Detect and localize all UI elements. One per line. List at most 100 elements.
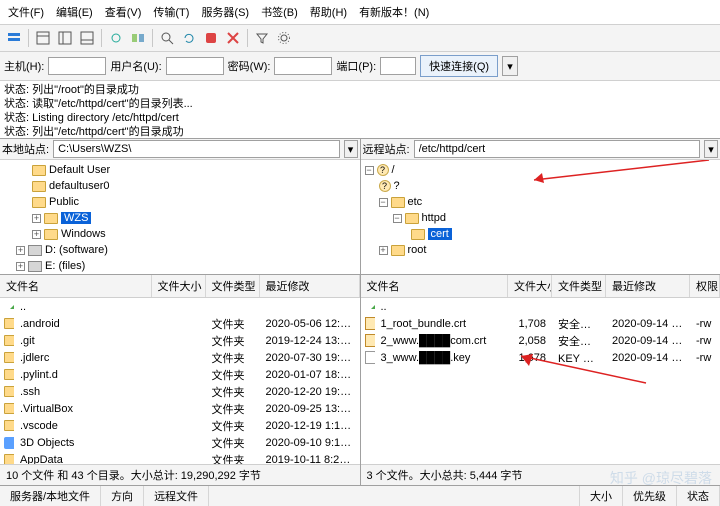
folder-icon [4,454,14,464]
tree-item[interactable]: root [408,244,427,256]
refresh-icon[interactable] [179,28,199,48]
col-name[interactable]: 文件名 [361,275,509,297]
tree-item-selected[interactable]: cert [428,228,452,240]
tree-item[interactable]: E: (files) [45,260,85,272]
list-item[interactable]: .android 文件夹 2020-05-06 12:5... [0,315,360,332]
expand-icon[interactable]: − [379,198,388,207]
log-line: 状态: 列出"/etc/httpd/cert"的目录成功 [4,125,716,139]
local-path-input[interactable] [53,140,339,158]
local-file-list[interactable]: .. .android 文件夹 2020-05-06 12:5... .git … [0,298,360,464]
message-log[interactable]: 状态: 列出"/root"的目录成功 状态: 读取"/etc/httpd/cer… [0,81,720,139]
local-tree[interactable]: Default User defaultuser0 Public + WZS + Windo… [0,160,360,275]
tree-item[interactable]: / [392,164,395,176]
folder-icon [4,318,14,329]
col-size[interactable]: 文件大小 [152,275,206,297]
footer-col[interactable]: 状态 [677,486,720,506]
remote-list-header: 文件名 文件大小 文件类型 最近修改 权限 [361,275,720,298]
expand-icon[interactable]: − [365,166,374,175]
certificate-icon [365,317,375,330]
menu-view[interactable]: 查看(V) [101,2,146,22]
col-type[interactable]: 文件类型 [552,275,606,297]
toggle-queue-icon[interactable] [77,28,97,48]
footer-col[interactable]: 远程文件 [144,486,209,506]
tree-item[interactable]: Windows [61,228,106,240]
local-site-label: 本地站点: [2,141,49,157]
col-type[interactable]: 文件类型 [206,275,260,297]
list-item[interactable]: .git 文件夹 2019-12-24 13:4... [0,332,360,349]
list-item[interactable]: .VirtualBox 文件夹 2020-09-25 13:0... [0,400,360,417]
remote-file-list[interactable]: .. 1_root_bundle.crt 1,708 安全证书 2020-09-… [361,298,720,464]
compare-icon[interactable] [128,28,148,48]
col-size[interactable]: 文件大小 [508,275,552,297]
3dobjects-icon [4,437,14,449]
expand-icon[interactable]: + [32,230,41,239]
tree-item[interactable]: defaultuser0 [49,180,110,192]
folder-icon [391,245,405,256]
remote-tree[interactable]: −?/ ?? −etc −httpd cert +root [361,160,720,275]
footer-col[interactable]: 优先级 [623,486,677,506]
remote-path-dropdown-icon[interactable]: ▾ [704,140,718,158]
expand-icon[interactable]: + [16,246,25,255]
expand-icon[interactable]: + [379,246,388,255]
stop-icon[interactable] [201,28,221,48]
port-label: 端口(P): [336,58,376,74]
menu-bookmarks[interactable]: 书签(B) [257,2,302,22]
tree-item[interactable]: Public [49,196,79,208]
expand-icon[interactable]: − [393,214,402,223]
expand-icon[interactable]: + [16,262,25,271]
col-perm[interactable]: 权限 [690,275,720,297]
footer-col[interactable]: 服务器/本地文件 [0,486,101,506]
settings-icon[interactable] [274,28,294,48]
tree-item[interactable]: httpd [422,212,446,224]
expand-icon[interactable]: + [32,214,41,223]
list-item[interactable]: 2_www.████com.crt 2,058 安全证书 2020-09-14 … [361,332,720,349]
menu-edit[interactable]: 编辑(E) [52,2,97,22]
folder-icon [4,403,14,414]
port-input[interactable] [380,57,416,75]
user-label: 用户名(U): [110,58,161,74]
pass-input[interactable] [274,57,332,75]
toggle-tree-icon[interactable] [55,28,75,48]
menu-transfer[interactable]: 传输(T) [149,2,193,22]
tree-item[interactable]: WZS [61,212,91,224]
sync-icon[interactable] [106,28,126,48]
filter-icon[interactable] [252,28,272,48]
footer-col[interactable]: 大小 [580,486,623,506]
find-icon[interactable] [157,28,177,48]
quickconnect-button[interactable]: 快速连接(Q) [420,55,498,77]
col-name[interactable]: 文件名 [0,275,152,297]
sitemanager-icon[interactable] [4,28,24,48]
list-item[interactable]: .jdlerc 文件夹 2020-07-30 19:2... [0,349,360,366]
tree-item[interactable]: etc [408,196,423,208]
remote-path-input[interactable] [414,140,700,158]
list-item[interactable]: 3D Objects 文件夹 2020-09-10 9:10... [0,434,360,451]
list-item[interactable]: .ssh 文件夹 2020-12-20 19:5... [0,383,360,400]
col-date[interactable]: 最近修改 [606,275,690,297]
up-icon [365,301,375,312]
tree-item[interactable]: Default User [49,164,110,176]
quickconnect-dropdown-icon[interactable]: ▾ [502,56,518,76]
disconnect-icon[interactable] [223,28,243,48]
list-item[interactable]: .vscode 文件夹 2020-12-19 1:10... [0,417,360,434]
list-item[interactable]: 3_www.████.key 1,678 KEY 文件 2020-09-14 1… [361,349,720,366]
folder-icon [405,213,419,224]
tree-item[interactable]: ? [394,180,400,192]
menu-file[interactable]: 文件(F) [4,2,48,22]
panes-container: 本地站点: ▾ Default User defaultuser0 Public + W… [0,139,720,485]
toggle-log-icon[interactable] [33,28,53,48]
host-input[interactable] [48,57,106,75]
user-input[interactable] [166,57,224,75]
list-item[interactable]: AppData 文件夹 2019-10-11 8:23... [0,451,360,464]
tree-item[interactable]: D: (software) [45,244,108,256]
menu-server[interactable]: 服务器(S) [197,2,253,22]
local-path-dropdown-icon[interactable]: ▾ [344,140,358,158]
up-icon [4,301,14,312]
menu-help[interactable]: 帮助(H) [306,2,351,22]
list-item[interactable]: .. [0,298,360,315]
list-item[interactable]: 1_root_bundle.crt 1,708 安全证书 2020-09-14 … [361,315,720,332]
menu-newversion[interactable]: 有新版本！(N) [355,2,433,22]
list-item[interactable]: .pylint.d 文件夹 2020-01-07 18:5... [0,366,360,383]
footer-col[interactable]: 方向 [101,486,144,506]
col-date[interactable]: 最近修改 [260,275,360,297]
list-item[interactable]: .. [361,298,720,315]
